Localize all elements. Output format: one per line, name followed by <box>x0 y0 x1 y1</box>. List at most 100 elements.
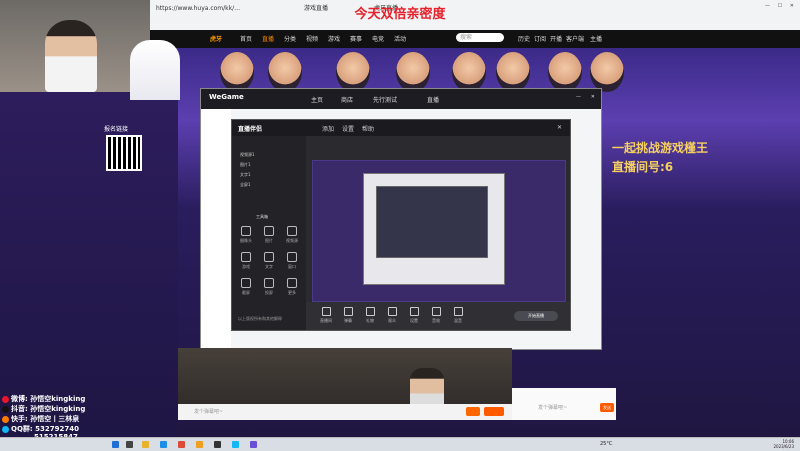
wegame-tab-store[interactable]: 商店 <box>341 95 353 104</box>
danmaku-button[interactable]: 弹幕 <box>338 307 358 324</box>
nav-right-history[interactable]: 历史 <box>518 34 530 43</box>
live-tool-window: 直播伴侣 添加 设置 帮助 ✕ 视频源1 图片1 文字1 全屏1 工具箱 摄像头… <box>231 119 571 331</box>
live-tool-title: 直播伴侣 <box>238 126 263 133</box>
social-kuaishou: 快手: 孙悟空丨三林泉 <box>2 414 79 424</box>
live-tool-bottom-bar: 直播间 弹幕 礼物 观众 设置 音效 混音 开始直播 <box>306 302 570 330</box>
nested-preview-screen <box>376 186 488 258</box>
window-icon <box>287 252 297 262</box>
site-logo[interactable]: 虎牙 <box>210 34 222 43</box>
banner-player-figure <box>130 40 180 100</box>
tool-more[interactable]: 更多 <box>282 278 302 296</box>
live-tool-footer: 以上版权所有和其他解释 <box>238 316 282 321</box>
nav-right-anchor[interactable]: 主播 <box>590 34 602 43</box>
send-button[interactable] <box>484 407 504 416</box>
weather-widget[interactable]: 25°C <box>600 441 612 447</box>
wegame-tab-home[interactable]: 主页 <box>311 95 323 104</box>
qq-icon[interactable] <box>232 441 239 448</box>
source-item[interactable]: 图片1 <box>240 162 251 168</box>
video-icon <box>287 226 297 236</box>
maximize-icon[interactable]: ☐ <box>778 3 782 9</box>
close-icon[interactable]: ✕ <box>790 3 794 9</box>
cast-icon <box>264 278 274 288</box>
close-icon[interactable]: ✕ <box>557 124 562 131</box>
wegame-tab-live[interactable]: 直播 <box>427 95 439 104</box>
wegame-icon[interactable] <box>196 441 203 448</box>
sound-effect-button[interactable]: 音效 <box>426 307 446 324</box>
start-icon[interactable] <box>112 441 119 448</box>
wegame-tab-test[interactable]: 先行测试 <box>373 95 397 104</box>
search-icon[interactable] <box>126 441 133 448</box>
search-input[interactable]: 搜索 <box>456 33 504 42</box>
nav-item-match[interactable]: 赛事 <box>350 34 362 43</box>
live-room-button[interactable]: 直播间 <box>316 307 336 324</box>
chat-send-button[interactable]: 发送 <box>600 403 614 412</box>
tool-text[interactable]: 文字 <box>259 252 279 270</box>
start-live-button[interactable]: 开始直播 <box>514 311 558 321</box>
danmaku-bar: 发个弹幕吧~ <box>178 404 512 420</box>
sound-icon <box>431 307 441 316</box>
close-icon[interactable]: ✕ <box>591 94 595 100</box>
banner-portrait <box>268 52 302 92</box>
gear-icon <box>409 307 419 316</box>
gift-button[interactable]: 礼物 <box>360 307 380 324</box>
tool-game[interactable]: 游戏 <box>236 252 256 270</box>
system-clock[interactable]: 10:06 2023/6/23 <box>773 439 794 449</box>
streamer-figure <box>45 20 97 92</box>
more-icon <box>287 278 297 288</box>
chat-input[interactable]: 发个弹幕吧~ <box>538 404 567 411</box>
banner-headline: 一起挑战游戏槿王 <box>612 141 709 155</box>
nav-item-activity[interactable]: 活动 <box>394 34 406 43</box>
mixer-button[interactable]: 混音 <box>448 307 468 324</box>
nav-right-client[interactable]: 客户端 <box>566 34 584 43</box>
kuaishou-icon <box>2 415 9 423</box>
minimize-icon[interactable]: — <box>765 3 770 9</box>
source-item[interactable]: 全屏1 <box>240 182 251 188</box>
banner-portrait <box>496 52 530 92</box>
nav-item-home[interactable]: 首页 <box>240 34 252 43</box>
douyin-icon <box>2 405 9 413</box>
text-icon <box>264 252 274 262</box>
nav-item-video[interactable]: 视频 <box>306 34 318 43</box>
source-item[interactable]: 文字1 <box>240 172 251 178</box>
minimize-icon[interactable]: — <box>576 94 581 100</box>
nav-right-broadcast[interactable]: 开播 <box>550 34 562 43</box>
tool-video[interactable]: 视频源 <box>282 226 302 244</box>
camera-icon <box>241 226 251 236</box>
social-weibo: 微博: 孙悟空kingking <box>2 394 85 404</box>
weibo-icon <box>2 395 9 403</box>
qr-label: 报名链接 <box>104 126 129 133</box>
audience-button[interactable]: 观众 <box>382 307 402 324</box>
clock-date: 2023/6/23 <box>773 444 794 449</box>
source-item[interactable]: 视频源1 <box>240 152 255 158</box>
live-tool-menu-add[interactable]: 添加 <box>322 124 334 133</box>
tool-window[interactable]: 窗口 <box>282 252 302 270</box>
nav-item-category[interactable]: 分类 <box>284 34 296 43</box>
nav-item-game[interactable]: 游戏 <box>328 34 340 43</box>
qr-code[interactable] <box>106 135 142 171</box>
live-tool-menu-help[interactable]: 帮助 <box>362 124 374 133</box>
banner-portrait <box>220 52 254 92</box>
banner-portrait <box>548 52 582 92</box>
browser-tab[interactable]: https://www.huya.com/kk/… <box>152 3 244 14</box>
streamer-info-panel <box>0 92 178 437</box>
live-tool-menu-settings[interactable]: 设置 <box>342 124 354 133</box>
banner-room-number: 直播间号:6 <box>612 160 674 174</box>
obs-icon[interactable] <box>214 441 221 448</box>
chrome-icon[interactable] <box>178 441 185 448</box>
settings-button[interactable]: 设置 <box>404 307 424 324</box>
banner-portrait <box>590 52 624 92</box>
nav-right-subscribe[interactable]: 订阅 <box>534 34 546 43</box>
tool-image[interactable]: 图片 <box>259 226 279 244</box>
edge-icon[interactable] <box>160 441 167 448</box>
app-icon[interactable] <box>250 441 257 448</box>
file-explorer-icon[interactable] <box>142 441 149 448</box>
tool-screenshot[interactable]: 截屏 <box>236 278 256 296</box>
danmaku-input[interactable]: 发个弹幕吧~ <box>194 408 223 415</box>
tool-cast[interactable]: 投屏 <box>259 278 279 296</box>
nav-item-live[interactable]: 直播 <box>262 34 274 43</box>
toolbox-label: 工具箱 <box>256 214 268 219</box>
stream-overlay-title: 今天双倍亲密度 <box>354 7 446 22</box>
tool-camera[interactable]: 摄像头 <box>236 226 256 244</box>
gift-icon[interactable] <box>466 407 480 416</box>
nav-item-esports[interactable]: 电竞 <box>372 34 384 43</box>
